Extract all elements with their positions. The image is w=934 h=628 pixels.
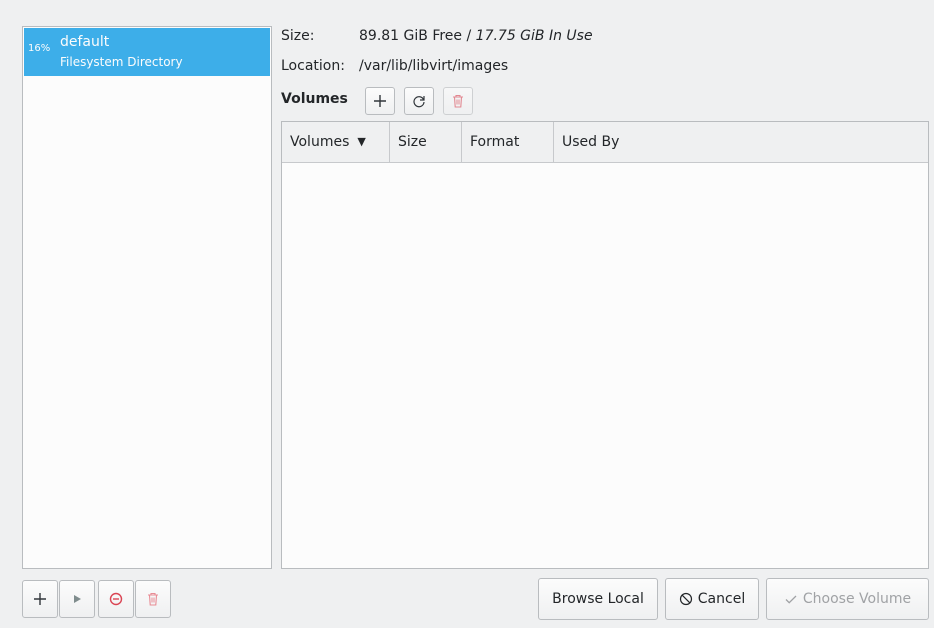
size-used: 17.75 GiB In Use	[475, 28, 593, 44]
cancel-label: Cancel	[697, 591, 746, 607]
pool-item-default[interactable]: 16% default Filesystem Directory	[24, 28, 270, 76]
volumes-title: Volumes	[281, 91, 348, 107]
column-header-size-label: Size	[398, 134, 427, 150]
play-icon	[74, 595, 81, 603]
delete-volume-button[interactable]	[443, 87, 473, 115]
choose-volume-button[interactable]: Choose Volume	[766, 578, 929, 620]
trash-icon	[453, 94, 463, 108]
location-value: /var/lib/libvirt/images	[359, 58, 509, 74]
plus-icon	[374, 95, 386, 107]
column-header-format-label: Format	[470, 134, 520, 150]
column-header-used-by-label: Used By	[562, 134, 620, 150]
start-pool-button[interactable]	[59, 580, 95, 618]
refresh-volumes-button[interactable]	[404, 87, 434, 115]
column-header-format[interactable]: Format	[462, 122, 554, 162]
volumes-table-header: Volumes ▼ Size Format Used By	[282, 122, 928, 163]
stop-pool-button[interactable]	[98, 580, 134, 618]
pool-name: default	[60, 34, 110, 50]
add-volume-button[interactable]	[365, 87, 395, 115]
browse-local-label: Browse Local	[552, 591, 644, 607]
size-label: Size:	[281, 28, 315, 44]
cancel-button[interactable]: Cancel	[665, 578, 759, 620]
cancel-circle-icon	[679, 592, 692, 606]
refresh-icon	[413, 96, 425, 108]
column-header-volumes-label: Volumes	[290, 134, 350, 150]
pool-list[interactable]: 16% default Filesystem Directory	[22, 26, 272, 569]
volumes-table[interactable]: Volumes ▼ Size Format Used By	[281, 121, 929, 569]
pool-usage-percent: 16%	[28, 43, 51, 54]
size-value: 89.81 GiB Free / 17.75 GiB In Use	[359, 28, 593, 44]
column-header-volumes[interactable]: Volumes ▼	[282, 122, 390, 162]
column-header-size[interactable]: Size	[390, 122, 462, 162]
browse-local-button[interactable]: Browse Local	[538, 578, 658, 620]
plus-icon	[34, 593, 46, 605]
add-pool-button[interactable]	[22, 580, 58, 618]
pool-type: Filesystem Directory	[60, 55, 183, 69]
stop-icon	[109, 592, 123, 606]
trash-icon	[148, 592, 158, 606]
location-label: Location:	[281, 58, 345, 74]
check-icon	[785, 595, 797, 604]
size-free: 89.81 GiB Free /	[359, 28, 476, 44]
delete-pool-button[interactable]	[135, 580, 171, 618]
choose-volume-label: Choose Volume	[802, 591, 912, 607]
column-header-used-by[interactable]: Used By	[554, 122, 928, 162]
sort-descending-icon: ▼	[357, 135, 366, 148]
